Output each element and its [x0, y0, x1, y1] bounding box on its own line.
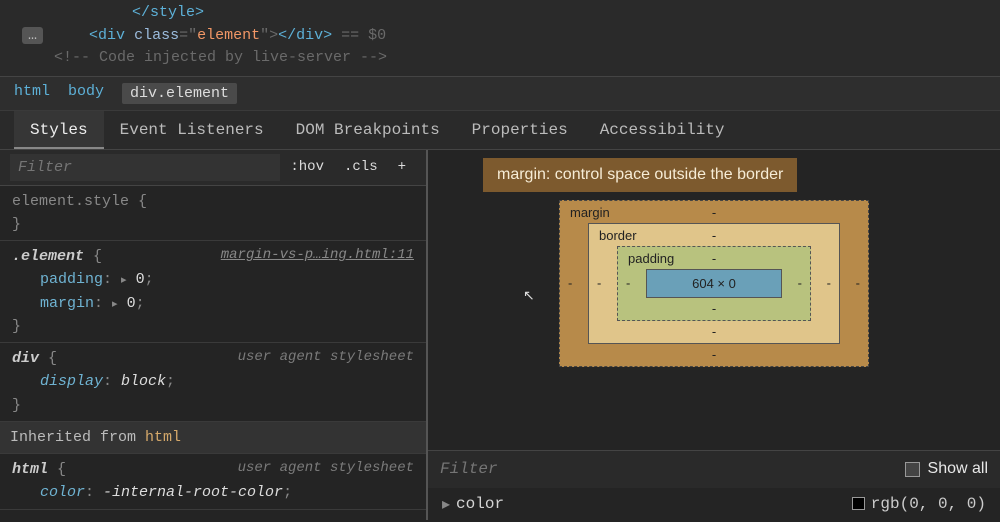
source-link[interactable]: margin-vs-p…ing.html:11 — [221, 245, 414, 267]
style-property[interactable]: margin: ▸ 0; — [12, 292, 414, 315]
dom-tree[interactable]: </style> … <div class="element"></div> =… — [0, 0, 1000, 77]
tab-event-listeners[interactable]: Event Listeners — [104, 111, 280, 149]
box-model-border[interactable]: border -- -- padding -- -- 604 × 0 — [588, 223, 840, 344]
styles-list: element.style { } margin-vs-p…ing.html:1… — [0, 186, 426, 520]
box-model[interactable]: margin -- -- border -- -- padding -- -- … — [559, 200, 869, 367]
box-model-content[interactable]: 604 × 0 — [646, 269, 782, 298]
computed-panel: margin: control space outside the border… — [428, 150, 1000, 520]
filter-input[interactable] — [10, 154, 280, 181]
add-rule-button[interactable]: + — [388, 159, 416, 175]
ua-stylesheet-label: user agent stylesheet — [238, 458, 414, 480]
styles-toolbar: :hov .cls + — [0, 150, 426, 186]
ua-stylesheet-label: user agent stylesheet — [238, 347, 414, 369]
brace-close: } — [12, 213, 414, 236]
box-model-padding[interactable]: padding -- -- 604 × 0 — [617, 246, 811, 321]
style-property[interactable]: display: block; — [12, 370, 414, 393]
styles-panel: :hov .cls + element.style { } margin-vs-… — [0, 150, 428, 520]
style-property[interactable]: padding: ▸ 0; — [12, 268, 414, 291]
computed-filter-input[interactable] — [440, 460, 905, 478]
style-rule[interactable]: margin-vs-p…ing.html:11 .element { paddi… — [0, 241, 426, 343]
selected-element-line[interactable]: … <div class="element"></div> == $0 — [0, 25, 1000, 48]
color-swatch-icon[interactable] — [852, 497, 865, 510]
selector: html — [12, 461, 48, 478]
ellipsis-icon[interactable]: … — [22, 27, 43, 44]
style-rule[interactable]: user agent stylesheet html { color: -int… — [0, 454, 426, 510]
brace-close: } — [12, 394, 414, 417]
breadcrumb-current[interactable]: div.element — [122, 83, 237, 104]
style-rule[interactable]: user agent stylesheet div { display: blo… — [0, 343, 426, 422]
breadcrumb: html body div.element — [0, 77, 1000, 111]
tab-dom-breakpoints[interactable]: DOM Breakpoints — [280, 111, 456, 149]
computed-toolbar: Show all — [428, 450, 1000, 488]
inherited-from: Inherited from html — [0, 422, 426, 454]
brace-close: } — [12, 315, 414, 338]
computed-property[interactable]: ▸ color rgb(0, 0, 0) — [428, 488, 1000, 520]
expand-icon[interactable]: ▸ — [112, 299, 118, 311]
code-line: </style> — [0, 2, 1000, 25]
margin-tooltip: margin: control space outside the border — [483, 158, 797, 192]
show-all-label: Show all — [928, 460, 988, 478]
style-property[interactable]: color: -internal-root-color; — [12, 481, 414, 504]
styles-tabs: Styles Event Listeners DOM Breakpoints P… — [0, 111, 1000, 150]
expand-icon[interactable]: ▸ — [442, 494, 450, 514]
show-all-checkbox[interactable] — [905, 462, 920, 477]
breadcrumb-html[interactable]: html — [14, 83, 50, 104]
tab-styles[interactable]: Styles — [14, 111, 104, 149]
computed-prop-value: rgb(0, 0, 0) — [852, 495, 986, 513]
style-rule[interactable]: element.style { } — [0, 186, 426, 242]
box-model-margin[interactable]: margin -- -- border -- -- padding -- -- … — [559, 200, 869, 367]
cursor-icon: ↖ — [523, 288, 535, 305]
expand-icon[interactable]: ▸ — [121, 275, 127, 287]
selector: .element — [12, 248, 84, 265]
cls-button[interactable]: .cls — [334, 159, 388, 175]
selector: element.style { — [12, 190, 414, 213]
selector: div — [12, 350, 39, 367]
tab-properties[interactable]: Properties — [456, 111, 584, 149]
breadcrumb-body[interactable]: body — [68, 83, 104, 104]
tab-accessibility[interactable]: Accessibility — [584, 111, 741, 149]
computed-prop-name: color — [456, 495, 504, 513]
hov-button[interactable]: :hov — [280, 159, 334, 175]
code-line: <!-- Code injected by live-server --> — [0, 47, 1000, 70]
